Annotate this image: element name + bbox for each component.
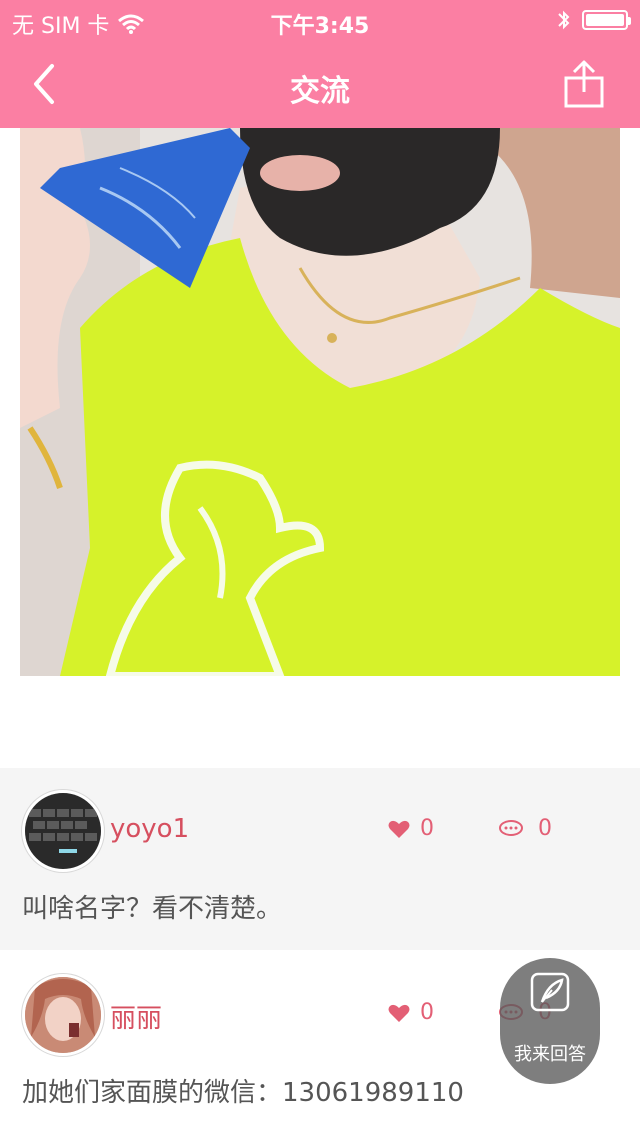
reply-count: 0 — [538, 816, 552, 841]
like-button[interactable]: 0 — [388, 816, 434, 841]
answer-button-label: 我来回答 — [514, 1044, 586, 1065]
nav-bar: 交流 — [0, 40, 640, 128]
bluetooth-icon — [558, 10, 570, 30]
heart-icon — [388, 1004, 410, 1022]
top-bar: 无 SIM 卡 下午3:45 交流 — [0, 0, 640, 128]
like-count: 0 — [420, 816, 434, 841]
avatar[interactable] — [22, 974, 104, 1056]
comment-text: 加她们家面膜的微信：13061989110 — [22, 1078, 464, 1108]
like-count: 0 — [420, 1000, 434, 1025]
username[interactable]: yoyo1 — [110, 814, 189, 844]
status-right — [556, 8, 631, 32]
chat-bubble-icon — [499, 819, 523, 836]
reply-button[interactable]: 0 — [498, 816, 552, 841]
battery-icon — [582, 10, 631, 30]
username[interactable]: 丽丽 — [110, 998, 162, 1035]
status-bar: 无 SIM 卡 下午3:45 — [0, 0, 640, 40]
feather-pen-icon — [530, 972, 570, 1012]
status-time: 下午3:45 — [270, 14, 370, 39]
like-button[interactable]: 0 — [388, 1000, 434, 1025]
heart-icon — [388, 820, 410, 838]
share-button[interactable] — [560, 58, 608, 110]
post-photo[interactable] — [20, 128, 620, 676]
comment-item: yoyo1 0 0 叫啥名字？看不清楚。 — [0, 768, 640, 950]
answer-button[interactable]: 我来回答 — [500, 958, 600, 1084]
post-image — [20, 128, 620, 676]
avatar[interactable] — [22, 790, 104, 872]
comment-text: 叫啥名字？看不清楚。 — [22, 894, 283, 924]
page-title: 交流 — [290, 74, 350, 109]
